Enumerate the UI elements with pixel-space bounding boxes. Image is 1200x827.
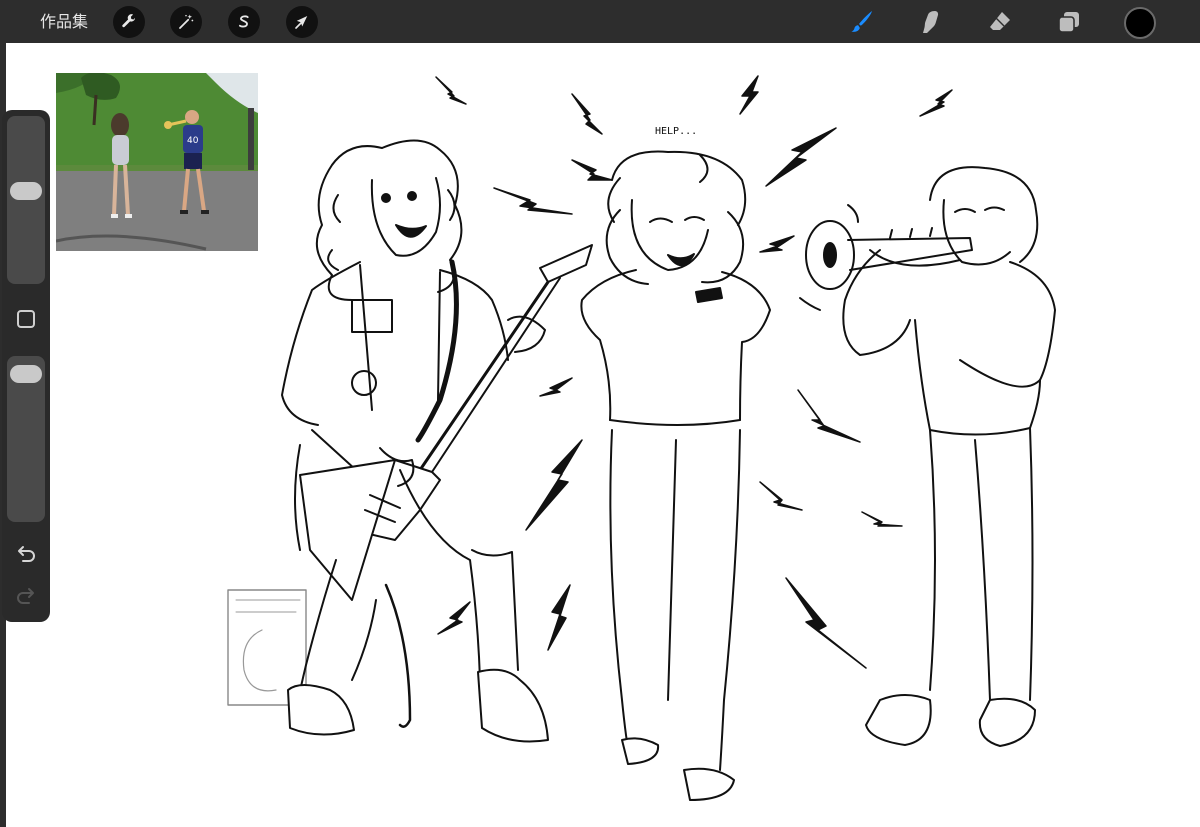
covering-ears-figure bbox=[580, 150, 771, 801]
selection-button[interactable] bbox=[228, 6, 260, 38]
layers-button[interactable] bbox=[1054, 7, 1084, 37]
adjustments-button[interactable] bbox=[170, 6, 202, 38]
smudge-finger-icon bbox=[923, 11, 939, 33]
trumpet-player-figure bbox=[805, 166, 1056, 747]
brush-button[interactable] bbox=[846, 7, 876, 37]
eraser-icon bbox=[990, 12, 1010, 30]
transform-button[interactable] bbox=[286, 6, 318, 38]
smudge-button[interactable] bbox=[916, 7, 946, 37]
arrow-cursor-icon bbox=[295, 16, 308, 29]
layers-icon bbox=[1058, 12, 1079, 33]
brush-icon bbox=[851, 11, 872, 32]
help-speech-text: HELP... bbox=[655, 126, 697, 137]
wrench-icon bbox=[122, 14, 135, 28]
eraser-button[interactable] bbox=[985, 7, 1015, 37]
actions-button[interactable] bbox=[113, 6, 145, 38]
selection-s-icon bbox=[238, 15, 249, 28]
drawing-canvas[interactable]: HELP... bbox=[0, 43, 1200, 827]
magic-wand-icon bbox=[179, 14, 194, 29]
guitarist-figure bbox=[281, 139, 593, 743]
top-toolbar: 作品集 bbox=[0, 0, 1200, 43]
color-picker-button[interactable] bbox=[1124, 7, 1156, 39]
gallery-button[interactable]: 作品集 bbox=[40, 9, 88, 35]
